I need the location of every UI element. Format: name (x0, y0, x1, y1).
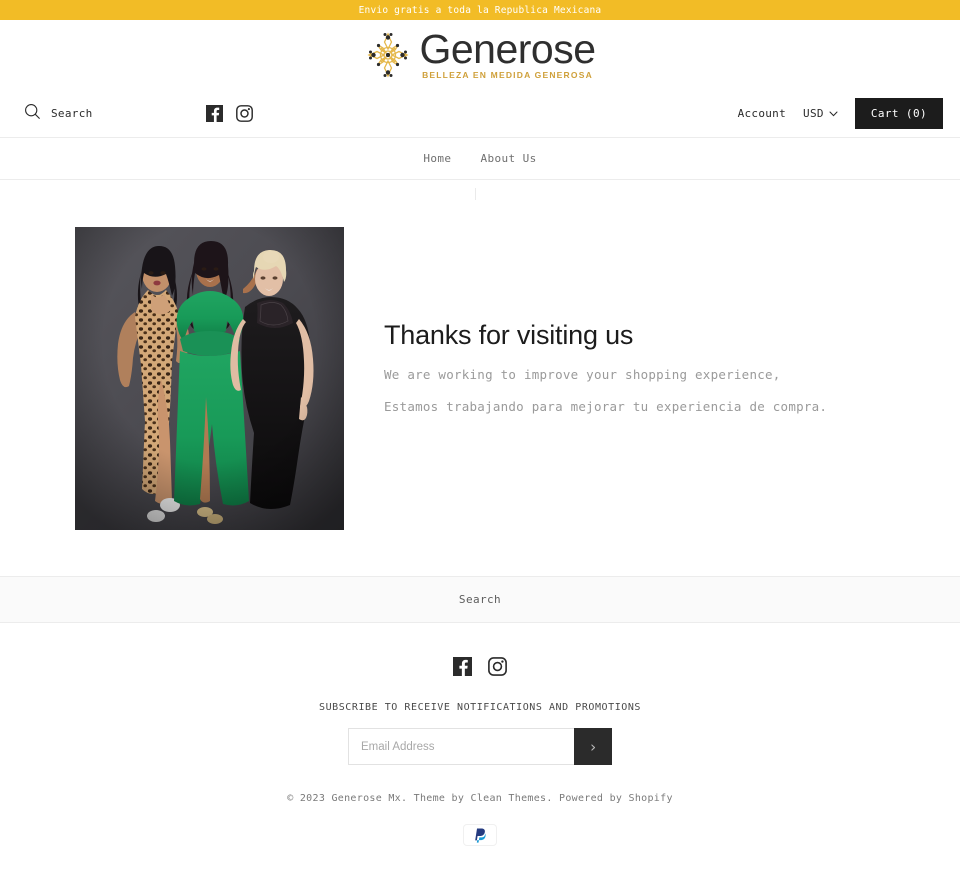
announcement-bar: Envio gratis a toda la Republica Mexican… (0, 0, 960, 20)
site-logo-link[interactable]: Generose BELLEZA EN MEDIDA GENEROSA (364, 26, 596, 81)
nav-item-home[interactable]: Home (423, 152, 451, 165)
vertical-divider-tick (475, 188, 476, 200)
page-main: Thanks for visiting us We are working to… (0, 206, 960, 577)
mandala-ornament-icon (364, 29, 412, 81)
header-utility-bar: Search Account USD Cart (0) (0, 90, 960, 138)
logo-wordmark: Generose (419, 26, 596, 73)
page-title: Thanks for visiting us (384, 320, 634, 350)
facebook-icon[interactable] (205, 105, 223, 122)
chevron-right-icon: › (588, 737, 598, 756)
content-text-block: Thanks for visiting us We are working to… (344, 227, 827, 432)
header-right-cluster: Account USD Cart (0) (738, 98, 943, 129)
newsletter-submit-button[interactable]: › (574, 728, 612, 765)
email-field[interactable] (348, 728, 574, 765)
paypal-icon (464, 825, 496, 845)
search-toggle-label: Search (51, 107, 93, 120)
instagram-icon[interactable] (235, 105, 253, 122)
nav-divider-area (0, 180, 960, 206)
main-navigation: Home About Us (0, 138, 960, 180)
footer-search-link[interactable]: Search (459, 593, 501, 606)
announcement-text: Envio gratis a toda la Republica Mexican… (358, 4, 602, 16)
newsletter-form: › (0, 728, 960, 765)
search-toggle[interactable]: Search (24, 103, 93, 124)
footer-copyright: © 2023 Generose Mx. Theme by Clean Theme… (287, 793, 673, 804)
footer: SUBSCRIBE TO RECEIVE NOTIFICATIONS AND P… (0, 623, 960, 869)
cart-button[interactable]: Cart (0) (854, 98, 943, 129)
account-link[interactable]: Account (738, 107, 786, 120)
footer-social-links (0, 657, 960, 676)
payment-methods (0, 825, 960, 869)
facebook-icon[interactable] (453, 657, 472, 676)
logo-block: Generose BELLEZA EN MEDIDA GENEROSA (0, 20, 960, 90)
search-icon (24, 103, 41, 124)
paragraph-english: We are working to improve your shopping … (384, 367, 781, 382)
footer-link-bar: Search (0, 577, 960, 623)
hero-image (75, 227, 344, 530)
chevron-down-icon (829, 107, 838, 120)
content-grid: Thanks for visiting us We are working to… (0, 227, 960, 530)
nav-item-about-us[interactable]: About Us (480, 152, 536, 165)
instagram-icon[interactable] (488, 657, 507, 676)
paragraph-spanish: Estamos trabajando para mejorar tu exper… (384, 398, 828, 414)
currency-value: USD (803, 107, 824, 120)
newsletter-heading: SUBSCRIBE TO RECEIVE NOTIFICATIONS AND P… (319, 702, 641, 713)
header-social-links (205, 105, 253, 122)
logo-tagline: BELLEZA EN MEDIDA GENEROSA (422, 69, 593, 80)
currency-selector[interactable]: USD (803, 107, 838, 120)
